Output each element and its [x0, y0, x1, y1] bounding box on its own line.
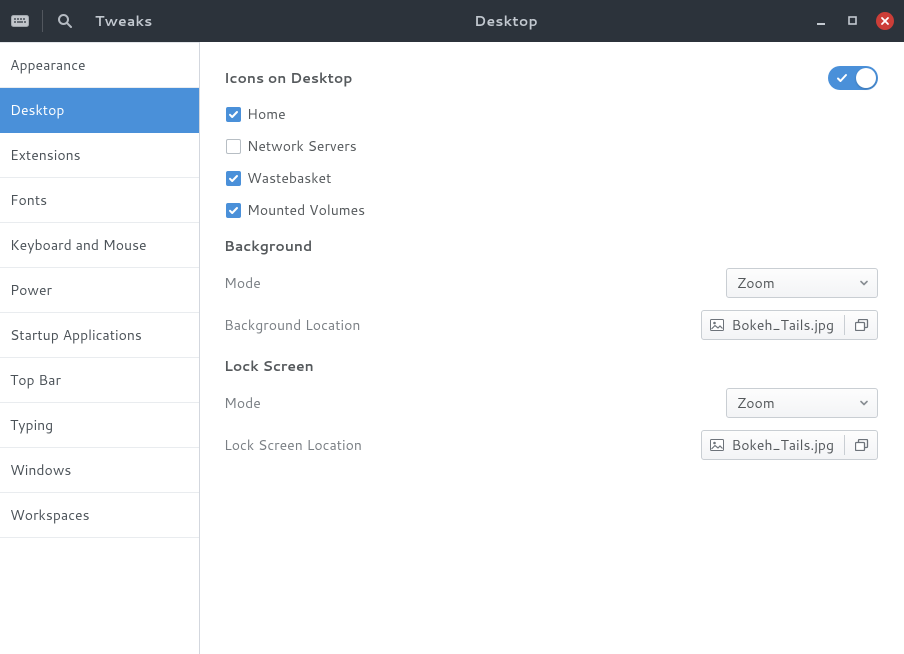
icons-on-desktop-heading: Icons on Desktop [224, 68, 352, 88]
home-label: Home [247, 104, 286, 124]
lock-screen-mode-combo[interactable]: Zoom [726, 388, 878, 418]
icons-on-desktop-row: Icons on Desktop [224, 66, 878, 90]
home-checkbox[interactable] [226, 107, 241, 122]
search-icon[interactable] [45, 0, 85, 42]
lock-screen-location-value: Bokeh_Tails.jpg [732, 435, 834, 455]
option-mounted-volumes: Mounted Volumes [226, 194, 878, 226]
image-icon [710, 439, 724, 451]
lock-screen-heading: Lock Screen [224, 356, 878, 376]
wastebasket-checkbox[interactable] [226, 171, 241, 186]
background-location-button[interactable]: Bokeh_Tails.jpg [701, 310, 878, 340]
lock-screen-mode-row: Mode Zoom [224, 382, 878, 424]
background-heading: Background [224, 236, 878, 256]
keyboard-icon[interactable] [0, 0, 40, 42]
switch-knob [856, 68, 876, 88]
lock-screen-mode-label: Mode [224, 393, 261, 413]
desktop-icons-options: Home Network Servers Wastebasket Mounted… [226, 98, 878, 226]
mounted-volumes-label: Mounted Volumes [247, 200, 365, 220]
option-home: Home [226, 98, 878, 130]
background-mode-value: Zoom [737, 273, 775, 293]
headerbar-divider [42, 10, 43, 32]
sidebar-item-workspaces[interactable]: Workspaces [0, 493, 199, 538]
chevron-down-icon [859, 398, 869, 408]
app-title: Tweaks [95, 11, 152, 31]
content: Appearance Desktop Extensions Fonts Keyb… [0, 42, 904, 654]
image-icon [710, 319, 724, 331]
file-browse-icon [855, 319, 869, 331]
sidebar-item-power[interactable]: Power [0, 268, 199, 313]
sidebar-item-startup-applications[interactable]: Startup Applications [0, 313, 199, 358]
background-location-value: Bokeh_Tails.jpg [732, 315, 834, 335]
settings-pane: Icons on Desktop Home Network Servers [200, 42, 904, 654]
check-icon [836, 72, 848, 84]
close-button[interactable] [876, 12, 894, 30]
sidebar-item-extensions[interactable]: Extensions [0, 133, 199, 178]
minimize-button[interactable] [812, 12, 830, 30]
background-mode-row: Mode Zoom [224, 262, 878, 304]
headerbar-main: Desktop [200, 11, 812, 31]
separator [844, 435, 845, 455]
mounted-volumes-checkbox[interactable] [226, 203, 241, 218]
background-location-label: Background Location [224, 315, 360, 335]
wastebasket-label: Wastebasket [247, 168, 331, 188]
sidebar-item-appearance[interactable]: Appearance [0, 42, 199, 88]
lock-screen-location-row: Lock Screen Location Bokeh_Tails.jpg [224, 424, 878, 466]
sidebar: Appearance Desktop Extensions Fonts Keyb… [0, 42, 200, 654]
separator [844, 315, 845, 335]
window-controls [812, 12, 894, 30]
page-title: Desktop [474, 11, 538, 31]
sidebar-item-typing[interactable]: Typing [0, 403, 199, 448]
network-servers-checkbox[interactable] [226, 139, 241, 154]
sidebar-item-desktop[interactable]: Desktop [0, 88, 199, 133]
maximize-button[interactable] [844, 12, 862, 30]
option-wastebasket: Wastebasket [226, 162, 878, 194]
headerbar: Tweaks Desktop [0, 0, 904, 42]
lock-screen-location-button[interactable]: Bokeh_Tails.jpg [701, 430, 878, 460]
lock-screen-location-label: Lock Screen Location [224, 435, 362, 455]
icons-on-desktop-switch[interactable] [828, 66, 878, 90]
sidebar-item-keyboard-mouse[interactable]: Keyboard and Mouse [0, 223, 199, 268]
sidebar-item-windows[interactable]: Windows [0, 448, 199, 493]
chevron-down-icon [859, 278, 869, 288]
sidebar-item-fonts[interactable]: Fonts [0, 178, 199, 223]
file-browse-icon [855, 439, 869, 451]
background-location-row: Background Location Bokeh_Tails.jpg [224, 304, 878, 346]
headerbar-left: Tweaks [0, 0, 200, 42]
option-network-servers: Network Servers [226, 130, 878, 162]
lock-screen-mode-value: Zoom [737, 393, 775, 413]
sidebar-item-top-bar[interactable]: Top Bar [0, 358, 199, 403]
background-mode-label: Mode [224, 273, 261, 293]
background-mode-combo[interactable]: Zoom [726, 268, 878, 298]
network-servers-label: Network Servers [247, 136, 357, 156]
